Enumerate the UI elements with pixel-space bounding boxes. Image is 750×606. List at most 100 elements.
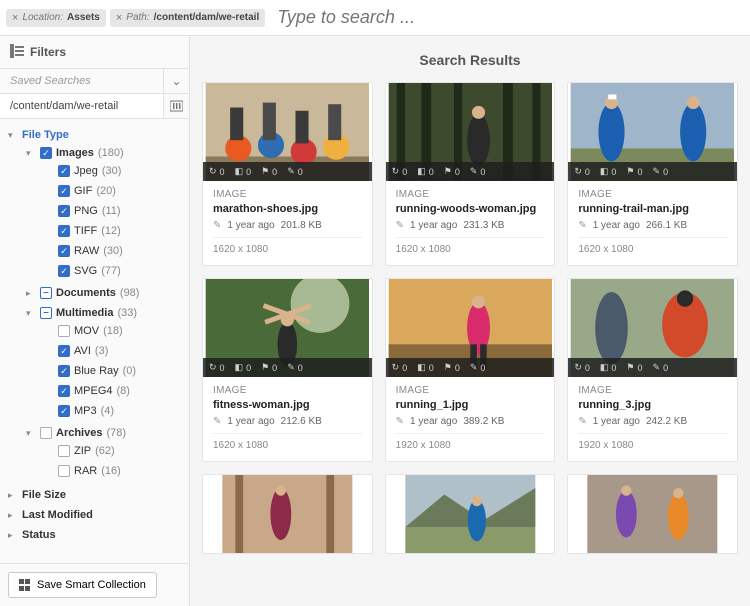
asset-type: IMAGE [213,189,362,200]
chip-location[interactable]: × Location: Assets [6,9,106,27]
asset-card[interactable]: ↻ 0 ◧ 0 ⚑ 0 ✎ 0 IMAGE running-woods-woma… [385,82,556,266]
comment-icon: ✎ [287,362,295,373]
asset-thumbnail[interactable]: ↻ 0 ◧ 0 ⚑ 0 ✎ 0 [203,475,372,553]
leaf-zip[interactable]: ZIP (62) [44,443,185,459]
asset-thumbnail[interactable]: ↻ 0 ◧ 0 ⚑ 0 ✎ 0 [203,83,372,181]
checkbox[interactable] [40,147,52,159]
checkbox[interactable] [58,385,70,397]
checkbox[interactable] [40,427,52,439]
file-type-section[interactable]: ▾ File Type [8,127,185,143]
filter-label: Blue Ray [74,363,119,379]
checkbox[interactable] [58,165,70,177]
asset-type: IMAGE [578,385,727,396]
leaf-gif[interactable]: GIF (20) [44,183,185,199]
close-icon[interactable]: × [12,12,18,24]
filter-count: (8) [117,383,130,399]
last-modified-section[interactable]: ▸ Last Modified [8,507,185,523]
chip-path[interactable]: × Path: /content/dam/we-retail [110,9,265,27]
leaf-mp3[interactable]: MP3 (4) [44,403,185,419]
search-input[interactable] [269,3,744,32]
filter-label: Images [56,145,94,161]
asset-overlay: ↻ 0 ◧ 0 ⚑ 0 ✎ 0 [203,162,372,181]
path-row[interactable] [0,94,189,119]
checkbox[interactable] [40,287,52,299]
asset-card[interactable]: ↻ 0 ◧ 0 ⚑ 0 ✎ 0 IMAGE marathon-shoes.jpg… [202,82,373,266]
checkbox[interactable] [40,307,52,319]
group-images[interactable]: ▾ Images (180) [26,145,185,161]
filter-label: MP3 [74,403,97,419]
group-documents[interactable]: ▸ Documents (98) [26,285,185,301]
save-smart-collection-button[interactable]: Save Smart Collection [8,572,157,598]
filter-label: MOV [74,323,99,339]
asset-filename: fitness-woman.jpg [213,399,362,411]
path-input[interactable] [0,94,163,118]
asset-thumbnail[interactable]: ↻ 0 ◧ 0 ⚑ 0 ✎ 0 [568,279,737,377]
filter-count: (62) [95,443,115,459]
status-section[interactable]: ▸ Status [8,527,185,543]
filters-label: Filters [30,45,66,59]
checkbox[interactable] [58,245,70,257]
asset-card[interactable]: ↻ 0 ◧ 0 ⚑ 0 ✎ 0 IMAGE running_3.jpg 1 ye… [567,278,738,462]
checkbox[interactable] [58,445,70,457]
asset-card[interactable]: ↻ 0 ◧ 0 ⚑ 0 ✎ 0 IMAGE [567,474,738,554]
leaf-mov[interactable]: MOV (18) [44,323,185,339]
filters-sidebar: Filters Saved Searches ⌄ ▾ File Type ▾ I… [0,36,190,606]
leaf-blue ray[interactable]: Blue Ray (0) [44,363,185,379]
chevron-down-icon[interactable]: ⌄ [163,69,189,93]
saved-searches-row[interactable]: Saved Searches ⌄ [0,68,189,94]
flag-icon: ⚑ [261,362,269,373]
comment-icon: ✎ [470,362,478,373]
asset-filename: running_3.jpg [578,399,727,411]
asset-thumbnail[interactable]: ↻ 0 ◧ 0 ⚑ 0 ✎ 0 [386,279,555,377]
refresh-icon: ↻ [392,362,400,373]
crop-icon: ◧ [235,166,244,177]
top-bar: × Location: Assets × Path: /content/dam/… [0,0,750,36]
asset-card[interactable]: ↻ 0 ◧ 0 ⚑ 0 ✎ 0 IMAGE fitness-woman.jpg … [202,278,373,462]
results-panel: Search Results ↻ 0 ◧ 0 ⚑ 0 ✎ 0 IMAGE mar… [190,36,750,606]
checkbox[interactable] [58,365,70,377]
asset-thumbnail[interactable]: ↻ 0 ◧ 0 ⚑ 0 ✎ 0 [386,83,555,181]
refresh-icon: ↻ [574,362,582,373]
file-size-section[interactable]: ▸ File Size [8,487,185,503]
filter-label: PNG [74,203,98,219]
asset-thumbnail[interactable]: ↻ 0 ◧ 0 ⚑ 0 ✎ 0 [568,83,737,181]
leaf-jpeg[interactable]: Jpeg (30) [44,163,185,179]
asset-card[interactable]: ↻ 0 ◧ 0 ⚑ 0 ✎ 0 IMAGE running-trail-man.… [567,82,738,266]
asset-thumbnail[interactable]: ↻ 0 ◧ 0 ⚑ 0 ✎ 0 [203,279,372,377]
group-multimedia[interactable]: ▾ Multimedia (33) [26,305,185,321]
asset-thumbnail[interactable]: ↻ 0 ◧ 0 ⚑ 0 ✎ 0 [568,475,737,553]
asset-dimensions: 1620 x 1080 [578,237,727,255]
asset-thumbnail[interactable]: ↻ 0 ◧ 0 ⚑ 0 ✎ 0 [386,475,555,553]
filter-count: (18) [103,323,123,339]
filter-count: (20) [96,183,116,199]
checkbox[interactable] [58,205,70,217]
leaf-tiff[interactable]: TIFF (12) [44,223,185,239]
checkbox[interactable] [58,225,70,237]
checkbox[interactable] [58,345,70,357]
asset-card[interactable]: ↻ 0 ◧ 0 ⚑ 0 ✎ 0 IMAGE [202,474,373,554]
refresh-icon: ↻ [574,166,582,177]
leaf-svg[interactable]: SVG (77) [44,263,185,279]
leaf-mpeg4[interactable]: MPEG4 (8) [44,383,185,399]
checkbox[interactable] [58,185,70,197]
checkbox[interactable] [58,265,70,277]
asset-card[interactable]: ↻ 0 ◧ 0 ⚑ 0 ✎ 0 IMAGE [385,474,556,554]
leaf-png[interactable]: PNG (11) [44,203,185,219]
browse-icon[interactable] [163,94,189,118]
flag-icon: ⚑ [626,166,634,177]
comment-icon: ✎ [470,166,478,177]
asset-card[interactable]: ↻ 0 ◧ 0 ⚑ 0 ✎ 0 IMAGE running_1.jpg 1 ye… [385,278,556,462]
chip-label: Path: [126,12,149,23]
leaf-rar[interactable]: RAR (16) [44,463,185,479]
close-icon[interactable]: × [116,12,122,24]
checkbox[interactable] [58,465,70,477]
group-archives[interactable]: ▾ Archives (78) [26,425,185,441]
comment-icon: ✎ [653,362,661,373]
checkbox[interactable] [58,405,70,417]
filter-count: (30) [102,163,122,179]
filter-label: Multimedia [56,305,113,321]
leaf-raw[interactable]: RAW (30) [44,243,185,259]
flag-icon: ⚑ [626,362,634,373]
leaf-avi[interactable]: AVI (3) [44,343,185,359]
checkbox[interactable] [58,325,70,337]
